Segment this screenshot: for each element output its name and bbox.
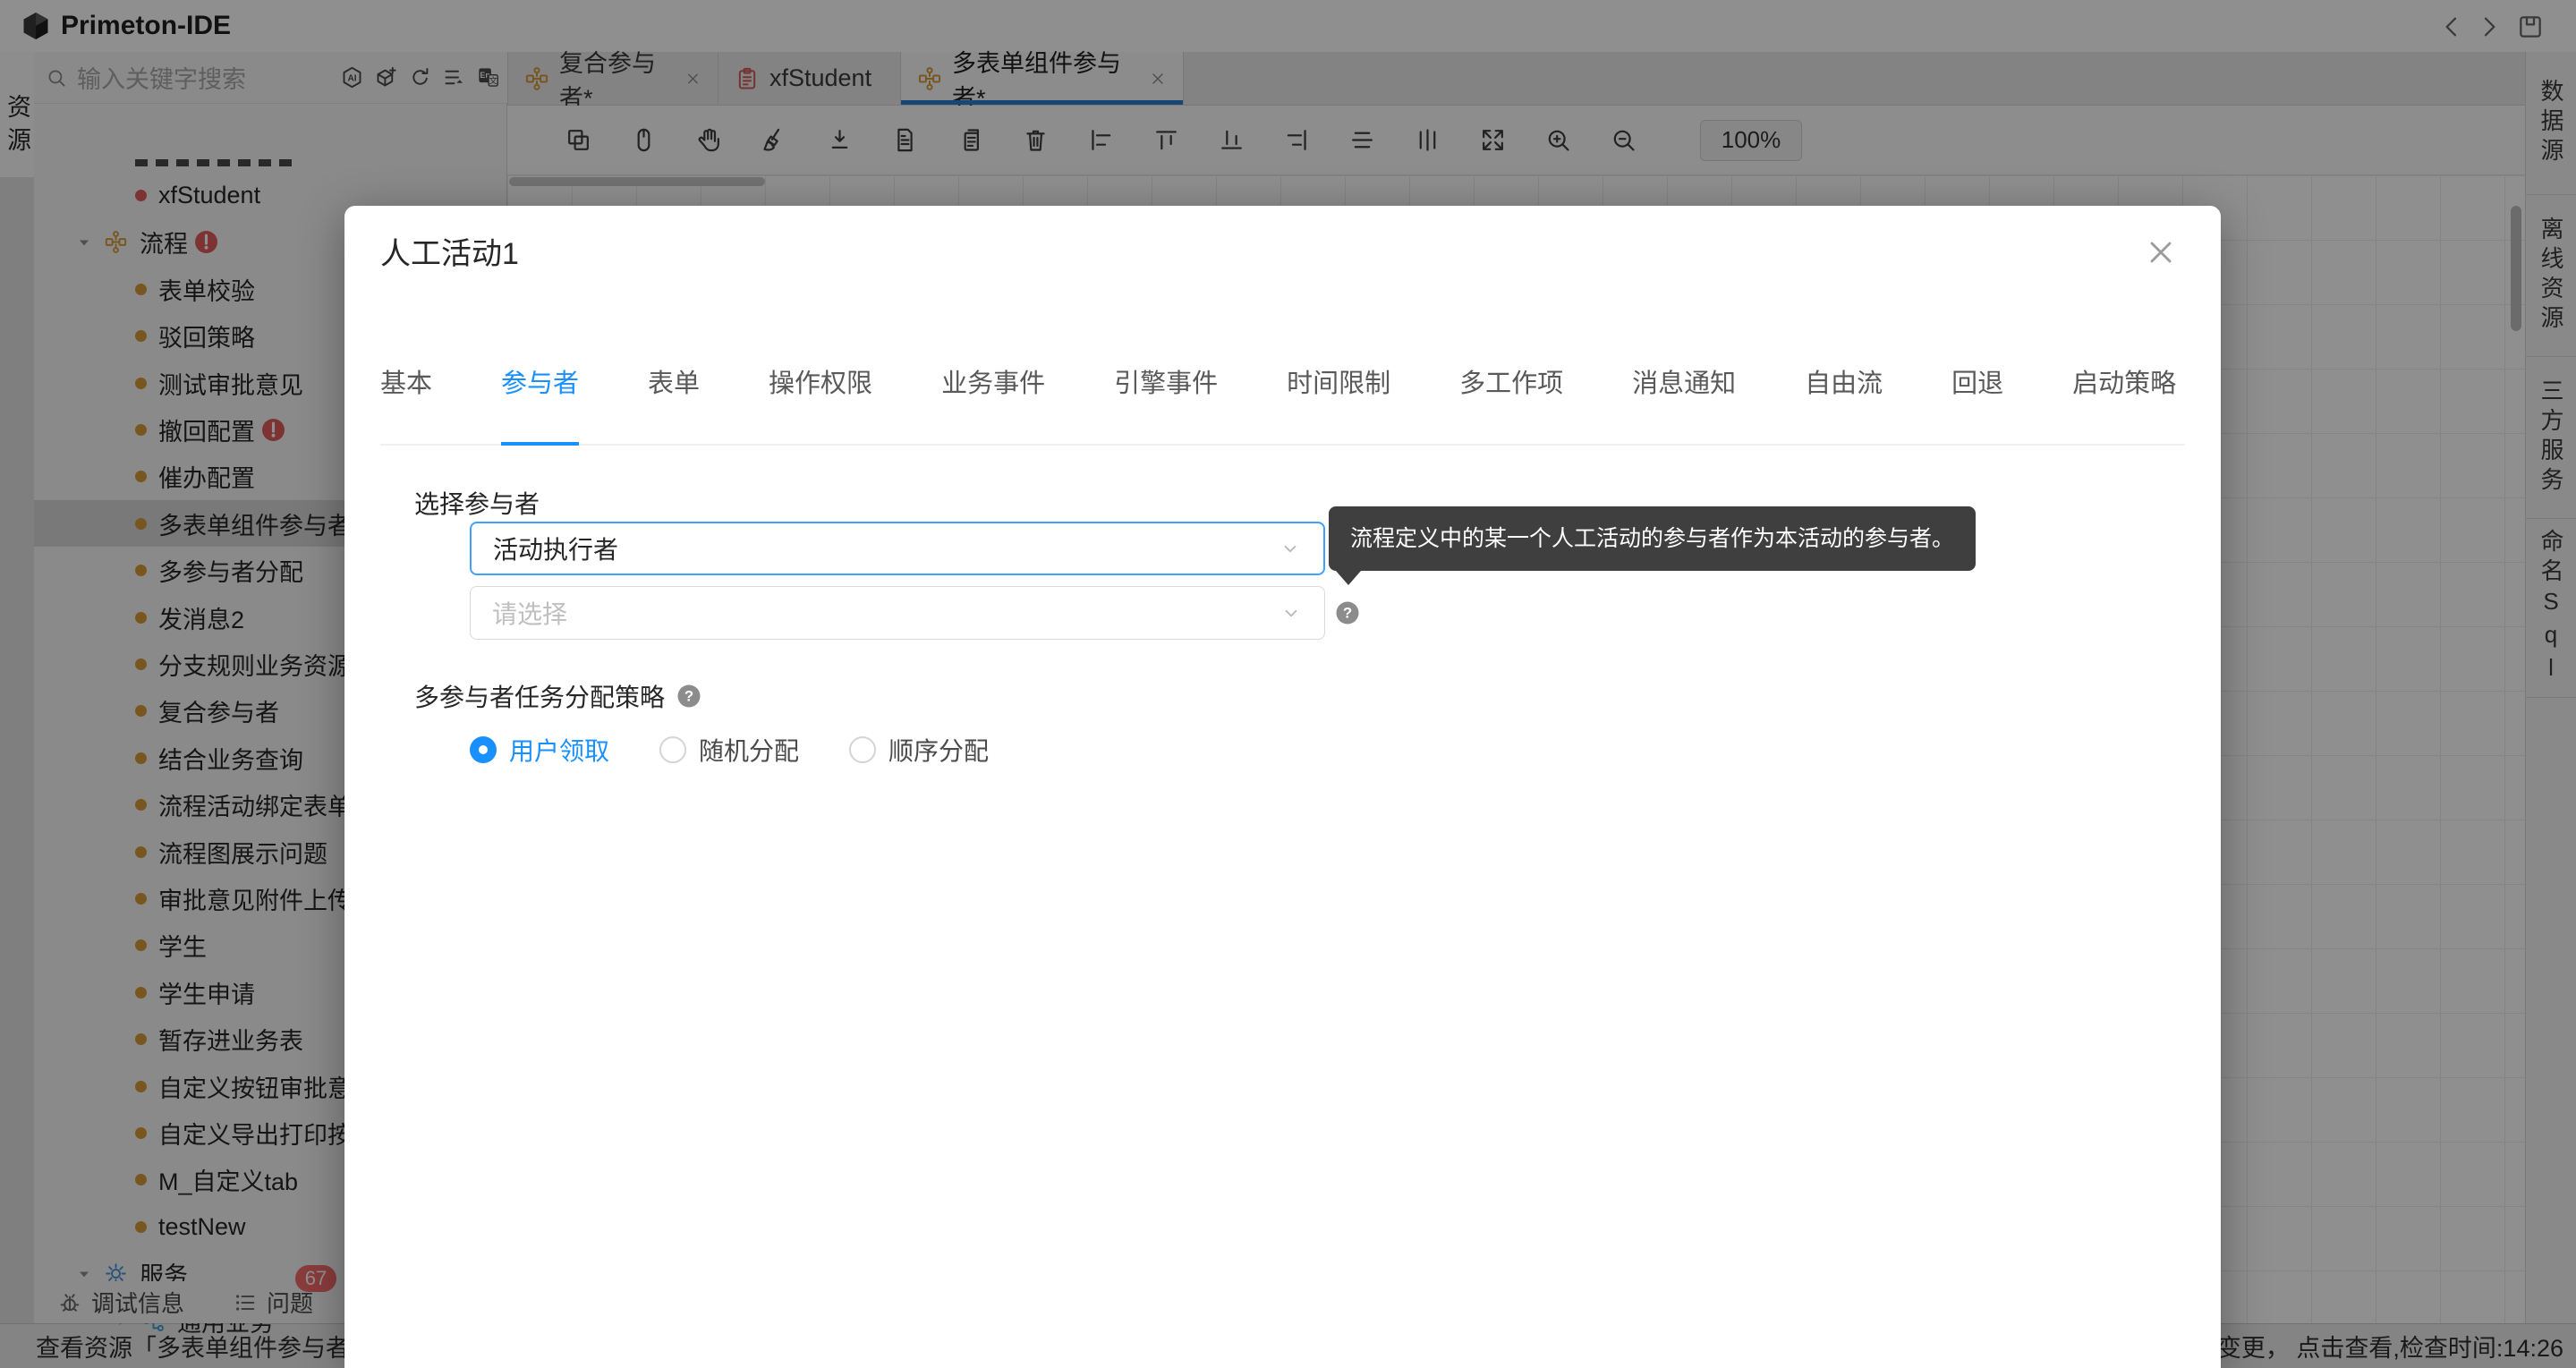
- dialog-tab[interactable]: 回退: [1951, 362, 2003, 400]
- radio-label: 用户领取: [509, 732, 609, 768]
- strategy-radio[interactable]: 随机分配: [659, 732, 799, 768]
- radio-label: 顺序分配: [888, 732, 989, 768]
- help-icon[interactable]: ?: [676, 683, 702, 709]
- strategy-label: 多参与者任务分配策略: [414, 678, 665, 714]
- dialog-tab[interactable]: 自由流: [1805, 362, 1883, 400]
- radio-icon: [659, 736, 686, 763]
- active-tab-underline: [501, 442, 579, 446]
- dialog-tab[interactable]: 操作权限: [769, 362, 872, 400]
- help-icon[interactable]: ?: [1334, 599, 1361, 626]
- activity-properties-dialog: 人工活动1 基本 参与者 表单 操作权限 业务事件 引擎事件 时间限制 多工作项 消息通知 自由流…: [344, 206, 2221, 1368]
- tooltip-arrow: [1336, 571, 1361, 585]
- strategy-row: 多参与者任务分配策略 ?: [414, 678, 702, 714]
- svg-text:?: ?: [684, 688, 693, 705]
- radio-label: 随机分配: [699, 732, 799, 768]
- svg-text:?: ?: [1343, 605, 1352, 622]
- strategy-radio-group: 用户领取 随机分配 顺序分配: [470, 732, 989, 768]
- dialog-tab[interactable]: 多工作项: [1459, 362, 1563, 400]
- dialog-tab[interactable]: 表单: [648, 362, 700, 400]
- tooltip: 流程定义中的某一个人工活动的参与者作为本活动的参与者。: [1329, 506, 1976, 571]
- tabs-divider: [380, 444, 2185, 446]
- radio-icon: [849, 736, 876, 763]
- participant-section-label: 选择参与者: [414, 485, 540, 521]
- dialog-title: 人工活动1: [380, 229, 519, 273]
- close-icon[interactable]: [2143, 234, 2179, 270]
- dialog-tab[interactable]: 基本: [380, 362, 432, 400]
- dialog-tab[interactable]: 参与者: [501, 362, 579, 400]
- dialog-tab[interactable]: 启动策略: [2072, 362, 2176, 400]
- chevron-down-icon: [1279, 601, 1303, 625]
- strategy-radio[interactable]: 顺序分配: [849, 732, 989, 768]
- participant-type-select[interactable]: 活动执行者: [470, 522, 1325, 575]
- dialog-tab[interactable]: 业务事件: [941, 362, 1045, 400]
- dialog-tabs: 基本 参与者 表单 操作权限 业务事件 引擎事件 时间限制 多工作项 消息通知 自由流 回退 启动策略: [380, 361, 2176, 401]
- participant-value-select[interactable]: 请选择: [470, 586, 1325, 640]
- participant-value-placeholder: 请选择: [492, 595, 567, 631]
- chevron-down-icon: [1279, 537, 1302, 560]
- radio-icon: [470, 736, 497, 763]
- strategy-radio[interactable]: 用户领取: [470, 732, 609, 768]
- dialog-tab[interactable]: 消息通知: [1632, 362, 1736, 400]
- dialog-tab[interactable]: 时间限制: [1287, 362, 1390, 400]
- dialog-tab[interactable]: 引擎事件: [1114, 362, 1218, 400]
- participant-type-value: 活动执行者: [493, 531, 618, 566]
